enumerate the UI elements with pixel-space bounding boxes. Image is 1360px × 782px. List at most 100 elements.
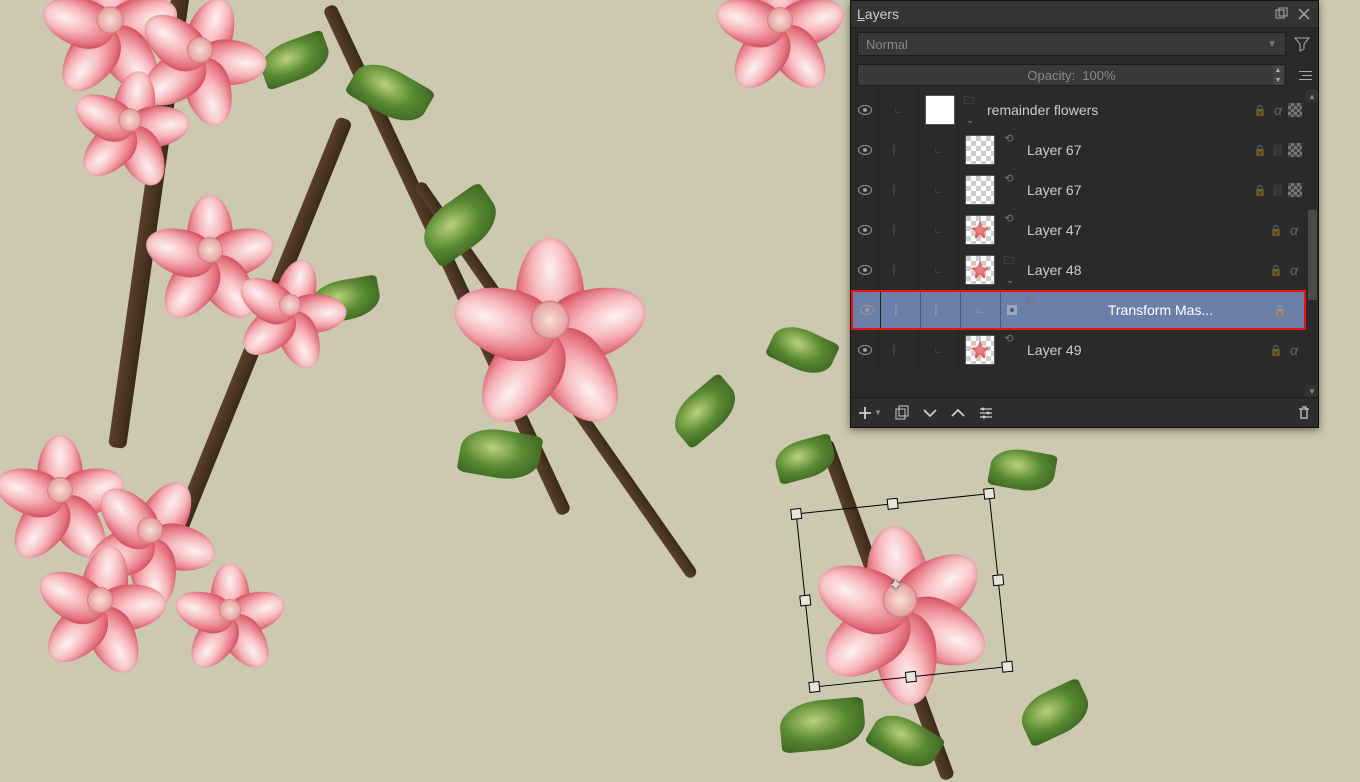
alpha-icon[interactable]: α [1286, 222, 1302, 238]
scroll-down-icon[interactable]: ▼ [1306, 385, 1318, 397]
transform-handle-e[interactable] [992, 574, 1004, 586]
layer-thumbnail[interactable] [919, 90, 961, 130]
chevron-down-icon: ▼ [874, 408, 882, 417]
visibility-toggle[interactable] [851, 210, 879, 250]
eye-icon [858, 225, 872, 235]
indent-cell: ∟ [919, 330, 959, 370]
lock-icon[interactable]: 🔒 [1252, 182, 1268, 198]
scroll-thumb[interactable] [1308, 210, 1317, 300]
visibility-toggle[interactable] [853, 292, 881, 328]
close-panel-icon[interactable] [1296, 6, 1312, 22]
lock-icon[interactable]: 🔒 [1268, 222, 1284, 238]
indent-cell: ∟ [919, 210, 959, 250]
indent-cell: ⎸ [879, 170, 919, 210]
transform-handle-s[interactable] [905, 671, 917, 683]
indent-cell: ∟ [919, 130, 959, 170]
scroll-up-icon[interactable]: ▲ [1306, 90, 1318, 102]
alpha-icon[interactable]: α [1286, 262, 1302, 278]
layer-row[interactable]: ⎸∟⟲Layer 67🔒⛓ [851, 170, 1318, 210]
layer-row[interactable]: ∟🗀⌄remainder flowers🔒α [851, 90, 1318, 130]
layer-name-label[interactable]: Layer 47 [1017, 222, 1268, 238]
inherit-alpha-icon[interactable]: ⛓ [1270, 142, 1286, 158]
layer-type-icon: ⟲ [1001, 210, 1017, 250]
layer-name-label[interactable]: Layer 67 [1017, 182, 1252, 198]
eye-icon [858, 105, 872, 115]
transform-handle-w[interactable] [799, 594, 811, 606]
transform-box[interactable]: ✦ [796, 492, 1025, 703]
lock-icon[interactable]: 🔒 [1268, 342, 1284, 358]
duplicate-layer-button[interactable] [894, 405, 910, 421]
layer-row[interactable]: ⎸∟ ⟲Layer 49🔒α [851, 330, 1318, 370]
indent-cell: ∟ [961, 292, 1001, 328]
expand-arrow-icon[interactable]: ⌄ [963, 115, 977, 130]
layer-row[interactable]: ⎸∟⟲Layer 67🔒⛓ [851, 130, 1318, 170]
layer-name-label[interactable]: Transform Mas... [1039, 302, 1272, 318]
layer-status-icons: 🔒α [1268, 342, 1304, 358]
visibility-toggle[interactable] [851, 330, 879, 370]
indent-cell: ⎸ [879, 250, 919, 290]
opacity-stepper[interactable]: ▲▼ [1273, 66, 1283, 85]
layers-panel-header[interactable]: Layers [851, 1, 1318, 28]
alpha-lock-icon[interactable] [1288, 103, 1302, 117]
eye-icon [858, 265, 872, 275]
scrollbar[interactable]: ▲ ▼ [1306, 90, 1318, 397]
layer-thumbnail[interactable] [1001, 292, 1023, 328]
layer-row[interactable]: ⎸⎸∟⊡Transform Mas...🔒 [851, 290, 1306, 330]
layer-type-icon: ⟲ [1001, 330, 1017, 370]
expand-arrow-icon[interactable]: ⌄ [1003, 275, 1017, 290]
layers-panel: Layers Normal ▼ Opacity: 100% ▲▼ ∟🗀⌄rema… [850, 0, 1319, 428]
alpha-icon[interactable]: α [1270, 102, 1286, 118]
layer-type-icon: ⊡ [1023, 292, 1039, 328]
layer-status-icons: 🔒⛓ [1252, 142, 1304, 158]
opacity-label: Opacity: 100% [1027, 68, 1115, 83]
layer-settings-button[interactable] [978, 405, 994, 421]
layers-menu-icon[interactable] [1292, 65, 1312, 85]
layer-name-label[interactable]: Layer 49 [1017, 342, 1268, 358]
layer-thumbnail[interactable] [959, 170, 1001, 210]
transform-handle-se[interactable] [1001, 661, 1013, 673]
layer-status-icons: 🔒α [1268, 222, 1304, 238]
filter-icon[interactable] [1292, 34, 1312, 54]
layer-row[interactable]: ⎸∟ ⟲Layer 47🔒α [851, 210, 1318, 250]
lock-icon[interactable]: 🔒 [1252, 102, 1268, 118]
layer-thumbnail[interactable] [959, 130, 1001, 170]
transform-handle-sw[interactable] [808, 681, 820, 693]
inherit-alpha-icon[interactable]: ⛓ [1270, 182, 1286, 198]
transform-handle-ne[interactable] [983, 488, 995, 500]
alpha-lock-icon[interactable] [1288, 183, 1302, 197]
lock-icon[interactable]: 🔒 [1272, 302, 1288, 318]
lock-icon[interactable]: 🔒 [1252, 142, 1268, 158]
indent-cell: ⎸ [879, 210, 919, 250]
visibility-toggle[interactable] [851, 90, 879, 130]
transform-pivot[interactable]: ✦ [887, 574, 904, 596]
layer-name-label[interactable]: remainder flowers [977, 102, 1252, 118]
visibility-toggle[interactable] [851, 250, 879, 290]
layer-row[interactable]: ⎸∟🗀⌄Layer 48🔒α [851, 250, 1318, 290]
float-panel-icon[interactable] [1274, 6, 1290, 22]
alpha-lock-icon[interactable] [1288, 143, 1302, 157]
move-down-button[interactable] [922, 405, 938, 421]
visibility-toggle[interactable] [851, 130, 879, 170]
indent-cell: ⎸ [879, 330, 919, 370]
chevron-down-icon: ▼ [1267, 39, 1277, 50]
blend-mode-select[interactable]: Normal ▼ [857, 32, 1286, 56]
indent-cell: ⎸ [879, 130, 919, 170]
layer-thumbnail[interactable] [959, 250, 1001, 290]
transform-handle-nw[interactable] [790, 508, 802, 520]
layer-thumbnail[interactable] [959, 210, 1001, 250]
layer-type-icon: ⟲ [1001, 170, 1017, 210]
layer-thumbnail[interactable] [959, 330, 1001, 370]
eye-icon [860, 305, 874, 315]
lock-icon[interactable]: 🔒 [1268, 262, 1284, 278]
visibility-toggle[interactable] [851, 170, 879, 210]
alpha-icon[interactable]: α [1286, 342, 1302, 358]
transform-handle-n[interactable] [887, 498, 899, 510]
move-up-button[interactable] [950, 405, 966, 421]
opacity-slider[interactable]: Opacity: 100% ▲▼ [857, 64, 1286, 86]
delete-layer-button[interactable] [1296, 405, 1312, 421]
layer-name-label[interactable]: Layer 48 [1017, 262, 1268, 278]
layer-name-label[interactable]: Layer 67 [1017, 142, 1252, 158]
add-layer-button[interactable]: ▼ [857, 405, 882, 421]
indent-cell: ∟ [919, 250, 959, 290]
layer-status-icons: 🔒α [1252, 102, 1304, 118]
